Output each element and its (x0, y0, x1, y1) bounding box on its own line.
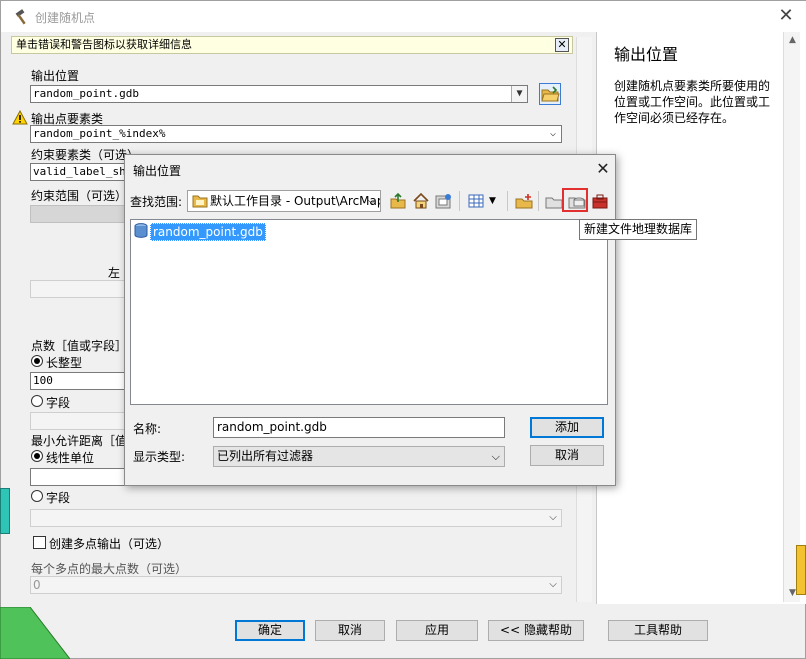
help-title: 输出位置 (614, 45, 679, 64)
hide-help-button[interactable]: << 隐藏帮助 (488, 620, 584, 641)
chevron-down-icon[interactable]: ⌵ (368, 191, 376, 211)
hint-text: 单击错误和警告图标以获取详细信息 (16, 38, 192, 51)
hammer-icon (15, 9, 26, 25)
chevron-down-icon[interactable]: ⌵ (545, 510, 561, 526)
linear-unit-label: 线性单位 (46, 451, 95, 465)
geodatabase-icon (134, 223, 148, 238)
connect-folder-icon[interactable] (433, 191, 453, 211)
apply-button[interactable]: 应用 (396, 620, 478, 641)
output-location-value: random_point.gdb (33, 87, 139, 100)
long-label: 长整型 (46, 356, 83, 370)
toolbar-separator (459, 191, 460, 211)
constraint-fc-label: 约束要素类（可选） (31, 148, 140, 162)
background-fragment-bottom-left (0, 607, 70, 659)
title-bar: 创建随机点 ✕ (1, 1, 806, 32)
window-title: 创建随机点 (35, 11, 96, 25)
background-window-fragment (0, 488, 10, 534)
chevron-down-icon[interactable]: ⌵ (545, 126, 561, 142)
new-folder-plain-icon[interactable] (544, 191, 564, 211)
help-text: 创建随机点要素类所要使用的位置或工作空间。此位置或工作空间必须已经存在。 (614, 79, 771, 125)
tooltip: 新建文件地理数据库 (579, 219, 698, 240)
dialog-cancel-button[interactable]: 取消 (530, 445, 604, 466)
count-label: 点数［值或字段］ (31, 339, 128, 353)
browse-folder-button[interactable] (539, 83, 561, 105)
look-in-value: 默认工作目录 - Output\ArcMap (210, 194, 381, 208)
add-button[interactable]: 添加 (530, 417, 604, 438)
count-value: 100 (33, 374, 53, 387)
new-folder-icon[interactable] (514, 191, 534, 211)
field2-label: 字段 (46, 491, 71, 505)
highlight-box (562, 188, 588, 212)
folder-icon (192, 195, 208, 208)
long-radio[interactable] (31, 355, 43, 367)
list-item-label: random_point.gdb (150, 223, 266, 241)
max-points-value: 0 (33, 578, 41, 592)
warning-icon[interactable] (12, 110, 28, 125)
file-list[interactable]: random_point.gdb (130, 219, 608, 405)
hint-bar: 单击错误和警告图标以获取详细信息 (11, 36, 573, 54)
multipoint-checkbox[interactable] (33, 536, 46, 549)
new-toolbox-icon[interactable] (590, 191, 610, 211)
extent-toolbar (30, 205, 128, 223)
ok-button[interactable]: 确定 (235, 620, 305, 641)
toolbar-separator (538, 191, 539, 211)
open-folder-icon (541, 86, 560, 102)
max-points-label: 每个多点的最大点数（可选） (31, 562, 188, 576)
help-scrollbar[interactable]: ▲ ▼ (783, 32, 800, 602)
home-icon[interactable] (411, 191, 431, 211)
min-distance-input[interactable] (30, 468, 128, 486)
help-panel: 输出位置 创建随机点要素类所要使用的位置或工作空间。此位置或工作空间必须已经存在… (596, 32, 806, 604)
field-label: 字段 (46, 396, 71, 410)
count-field-combo[interactable] (30, 412, 128, 430)
min-distance-label: 最小允许距离［值 (31, 434, 128, 448)
chevron-down-icon[interactable]: ⌵ (492, 447, 500, 466)
look-in-label: 查找范围: (130, 195, 183, 209)
output-location-label: 输出位置 (31, 69, 80, 83)
show-type-select[interactable]: 已列出所有过滤器 ⌵ (213, 446, 505, 467)
toolbar-separator (507, 191, 508, 211)
close-window-button[interactable]: ✕ (771, 5, 801, 29)
linear-unit-radio[interactable] (31, 450, 43, 462)
constraint-extent-label: 约束范围（可选） (31, 189, 128, 203)
left-label: 左 (108, 266, 121, 280)
scroll-up-icon[interactable]: ▲ (784, 32, 801, 49)
output-location-combo[interactable]: random_point.gdb ▼ (30, 85, 528, 103)
multipoint-label: 创建多点输出（可选） (49, 537, 170, 551)
output-fc-value: random_point_%index% (33, 127, 166, 140)
look-in-combo[interactable]: 默认工作目录 - Output\ArcMap ⌵ (187, 190, 381, 212)
view-list-icon[interactable] (466, 191, 486, 211)
dialog-close-button[interactable]: ✕ (591, 157, 615, 181)
max-points-input[interactable]: 0 ⌵ (30, 576, 562, 594)
cancel-button[interactable]: 取消 (315, 620, 385, 641)
dialog-title: 输出位置 (133, 164, 182, 178)
name-input[interactable]: random_point.gdb (213, 417, 505, 438)
background-window-fragment-right (796, 545, 806, 595)
up-one-level-icon[interactable] (388, 191, 408, 211)
field2-radio[interactable] (31, 490, 43, 502)
output-location-dialog: 输出位置 ✕ 查找范围: 默认工作目录 - Output\ArcMap ⌵ ▼ (124, 154, 616, 486)
tool-help-button[interactable]: 工具帮助 (608, 620, 708, 641)
chevron-down-icon[interactable]: ▼ (511, 86, 527, 102)
chevron-down-icon[interactable]: ⌵ (545, 577, 561, 593)
hint-close-button[interactable]: ✕ (555, 38, 569, 52)
show-type-value: 已列出所有过滤器 (217, 449, 314, 463)
field-radio[interactable] (31, 395, 43, 407)
count-input[interactable]: 100 (30, 372, 128, 390)
view-dropdown-icon[interactable]: ▼ (489, 191, 509, 211)
output-fc-combo[interactable]: random_point_%index% ⌵ (30, 125, 562, 143)
background-shape-icon (0, 607, 70, 659)
show-type-label: 显示类型: (133, 450, 186, 464)
name-label: 名称: (133, 422, 162, 436)
min-distance-field-combo[interactable]: ⌵ (30, 509, 562, 527)
left-input[interactable] (30, 280, 128, 298)
